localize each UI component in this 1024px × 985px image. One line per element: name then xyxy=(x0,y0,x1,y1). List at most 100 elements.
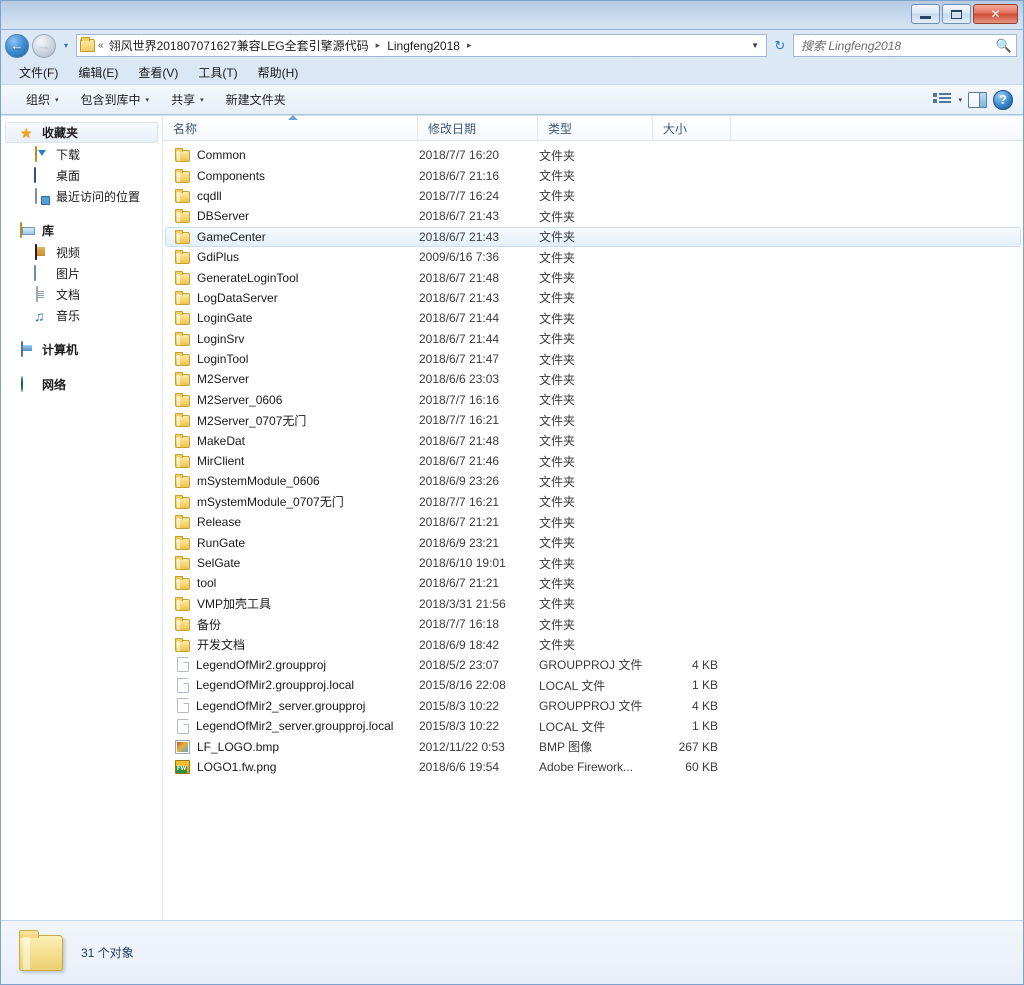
table-row[interactable]: LegendOfMir2.groupproj.local 2015/8/16 22… xyxy=(165,675,1021,695)
table-row[interactable]: GenerateLoginTool 2018/6/7 21:48 文件夹 xyxy=(165,267,1021,287)
file-date-label: 2012/11/22 0:53 xyxy=(419,739,505,754)
search-icon[interactable]: 🔍 xyxy=(996,38,1012,54)
close-button[interactable]: ✕ xyxy=(973,4,1018,24)
sidebar-item-favorites[interactable]: ★ 收藏夹 xyxy=(5,122,158,143)
table-row[interactable]: Components 2018/6/7 21:16 文件夹 xyxy=(165,165,1021,185)
file-name-label: RunGate xyxy=(197,535,246,550)
table-row[interactable]: LegendOfMir2_server.groupproj 2015/8/3 10… xyxy=(165,696,1021,716)
navigation-pane[interactable]: ★ 收藏夹 下载 桌面 最近访问的位置 库 视频 图片 文档 ♫ 音乐 计算机 … xyxy=(1,116,163,920)
sidebar-item-network[interactable]: 网络 xyxy=(5,374,158,395)
sidebar-item-desktop[interactable]: 桌面 xyxy=(1,165,162,186)
table-row[interactable]: LegendOfMir2.groupproj 2018/5/2 23:07 GROU… xyxy=(165,655,1021,675)
menu-tools[interactable]: 工具(T) xyxy=(196,63,239,82)
minimize-button[interactable] xyxy=(911,4,940,24)
sidebar-item-pictures[interactable]: 图片 xyxy=(1,263,162,284)
menu-help[interactable]: 帮助(H) xyxy=(256,63,301,82)
table-row[interactable]: GameCenter 2018/6/7 21:43 文件夹 xyxy=(165,226,1021,247)
cell-name: LoginSrv xyxy=(166,331,419,346)
include-in-library-button[interactable]: 包含到库中 ▾ xyxy=(70,88,161,111)
sidebar-label-network: 网络 xyxy=(42,378,67,392)
menu-bar: 文件(F) 编辑(E) 查看(V) 工具(T) 帮助(H) xyxy=(1,61,1023,84)
breadcrumb-overflow-icon[interactable]: « xyxy=(97,40,105,51)
table-row[interactable]: FW LOGO1.fw.png 2018/6/6 19:54 Adobe Firewo… xyxy=(165,757,1021,777)
column-header-name[interactable]: 名称 xyxy=(163,115,418,140)
column-header-type[interactable]: 类型 xyxy=(538,116,653,140)
menu-view[interactable]: 查看(V) xyxy=(136,63,180,82)
table-row[interactable]: LF_LOGO.bmp 2012/11/22 0:53 BMP 图像 267 KB xyxy=(165,736,1021,756)
column-header-date[interactable]: 修改日期 xyxy=(418,116,538,140)
file-date-label: 2018/7/7 16:21 xyxy=(419,413,500,428)
file-name-label: MirClient xyxy=(197,454,245,469)
maximize-button[interactable] xyxy=(942,4,971,24)
table-row[interactable]: M2Server 2018/6/6 23:03 文件夹 xyxy=(165,369,1021,389)
breadcrumb-separator-icon-2[interactable]: ▸ xyxy=(464,40,475,51)
search-input[interactable]: 搜索 Lingfeng2018 🔍 xyxy=(793,34,1017,57)
file-name-label: Components xyxy=(197,168,266,183)
table-row[interactable]: SelGate 2018/6/10 19:01 文件夹 xyxy=(165,553,1021,573)
address-bar: ← → ▾ « 翎风世界201807071627兼容LEG全套引擎源代码 ▸ L… xyxy=(1,30,1023,61)
sidebar-item-documents[interactable]: 文档 xyxy=(1,284,162,305)
folder-icon xyxy=(175,515,190,530)
table-row[interactable]: LoginSrv 2018/6/7 21:44 文件夹 xyxy=(165,329,1021,349)
share-button[interactable]: 共享 ▾ xyxy=(160,88,215,111)
table-row[interactable]: DBServer 2018/6/7 21:43 文件夹 xyxy=(165,206,1021,226)
table-row[interactable]: cqdll 2018/7/7 16:24 文件夹 xyxy=(165,186,1021,206)
column-header-filler xyxy=(731,116,1023,140)
preview-pane-icon[interactable] xyxy=(968,91,987,108)
new-folder-button[interactable]: 新建文件夹 xyxy=(215,88,297,111)
table-row[interactable]: 备份 2018/7/7 16:18 文件夹 xyxy=(165,614,1021,634)
file-type-label: 文件夹 xyxy=(539,576,576,591)
table-row[interactable]: VMP加壳工具 2018/3/31 21:56 文件夹 xyxy=(165,594,1021,614)
sidebar-label-videos: 视频 xyxy=(56,246,81,260)
breadcrumb-separator-icon[interactable]: ▸ xyxy=(373,40,384,51)
organize-button[interactable]: 组织 ▾ xyxy=(15,88,70,111)
table-row[interactable]: GdiPlus 2009/6/16 7:36 文件夹 xyxy=(165,247,1021,267)
column-header-size[interactable]: 大小 xyxy=(653,116,731,140)
file-date-label: 2018/3/31 21:56 xyxy=(419,596,506,611)
view-dropdown-icon[interactable]: ▾ xyxy=(958,96,962,104)
sidebar-item-computer[interactable]: 计算机 xyxy=(5,339,158,360)
history-dropdown-icon[interactable]: ▾ xyxy=(59,41,73,50)
table-row[interactable]: LoginTool 2018/6/7 21:47 文件夹 xyxy=(165,349,1021,369)
help-icon[interactable]: ? xyxy=(993,89,1013,110)
table-row[interactable]: LoginGate 2018/6/7 21:44 文件夹 xyxy=(165,308,1021,328)
window-controls: ✕ xyxy=(911,4,1018,24)
file-type-label: 文件夹 xyxy=(539,597,576,612)
file-name-label: M2Server xyxy=(197,372,250,387)
table-row[interactable]: Common 2018/7/7 16:20 文件夹 xyxy=(165,145,1021,165)
table-row[interactable]: M2Server_0707无门 2018/7/7 16:21 文件夹 xyxy=(165,410,1021,430)
sidebar-item-libraries[interactable]: 库 xyxy=(5,220,158,241)
file-rows[interactable]: Common 2018/7/7 16:20 文件夹 Components 2018/6/… xyxy=(163,141,1023,920)
sidebar-item-recent-places[interactable]: 最近访问的位置 xyxy=(1,186,162,207)
table-row[interactable]: Release 2018/6/7 21:21 文件夹 xyxy=(165,512,1021,532)
breadcrumb[interactable]: « 翎风世界201807071627兼容LEG全套引擎源代码 ▸ Lingfen… xyxy=(76,34,767,57)
table-row[interactable]: LegendOfMir2_server.groupproj.local 2015/… xyxy=(165,716,1021,736)
menu-edit[interactable]: 编辑(E) xyxy=(76,63,120,82)
table-row[interactable]: mSystemModule_0606 2018/6/9 23:26 文件夹 xyxy=(165,471,1021,491)
breadcrumb-item-current[interactable]: Lingfeng2018 xyxy=(385,39,462,53)
refresh-icon[interactable]: ↻ xyxy=(770,38,790,54)
folder-icon xyxy=(175,372,190,387)
table-row[interactable]: LogDataServer 2018/6/7 21:43 文件夹 xyxy=(165,288,1021,308)
sidebar-item-music[interactable]: ♫ 音乐 xyxy=(1,305,162,326)
cell-name: LoginTool xyxy=(166,352,419,367)
address-dropdown-icon[interactable]: ▼ xyxy=(746,41,764,50)
sidebar-item-downloads[interactable]: 下载 xyxy=(1,144,162,165)
table-row[interactable]: tool 2018/6/7 21:21 文件夹 xyxy=(165,573,1021,593)
cell-name: Components xyxy=(166,168,419,183)
table-row[interactable]: 开发文档 2018/6/9 18:42 文件夹 xyxy=(165,634,1021,654)
forward-button[interactable]: → xyxy=(32,33,56,58)
sidebar-item-videos[interactable]: 视频 xyxy=(1,242,162,263)
table-row[interactable]: mSystemModule_0707无门 2018/7/7 16:21 文件夹 xyxy=(165,492,1021,512)
table-row[interactable]: M2Server_0606 2018/7/7 16:16 文件夹 xyxy=(165,390,1021,410)
menu-file[interactable]: 文件(F) xyxy=(17,63,60,82)
breadcrumb-item-root[interactable]: 翎风世界201807071627兼容LEG全套引擎源代码 xyxy=(107,37,371,54)
file-type-label: GROUPPROJ 文件 xyxy=(539,658,643,673)
table-row[interactable]: MirClient 2018/6/7 21:46 文件夹 xyxy=(165,451,1021,471)
back-button[interactable]: ← xyxy=(5,33,29,58)
change-view-icon[interactable] xyxy=(933,92,952,107)
table-row[interactable]: MakeDat 2018/6/7 21:48 文件夹 xyxy=(165,430,1021,450)
table-row[interactable]: RunGate 2018/6/9 23:21 文件夹 xyxy=(165,532,1021,552)
file-date-label: 2018/6/7 21:44 xyxy=(419,331,500,346)
fireworks-icon: FW xyxy=(175,760,190,775)
